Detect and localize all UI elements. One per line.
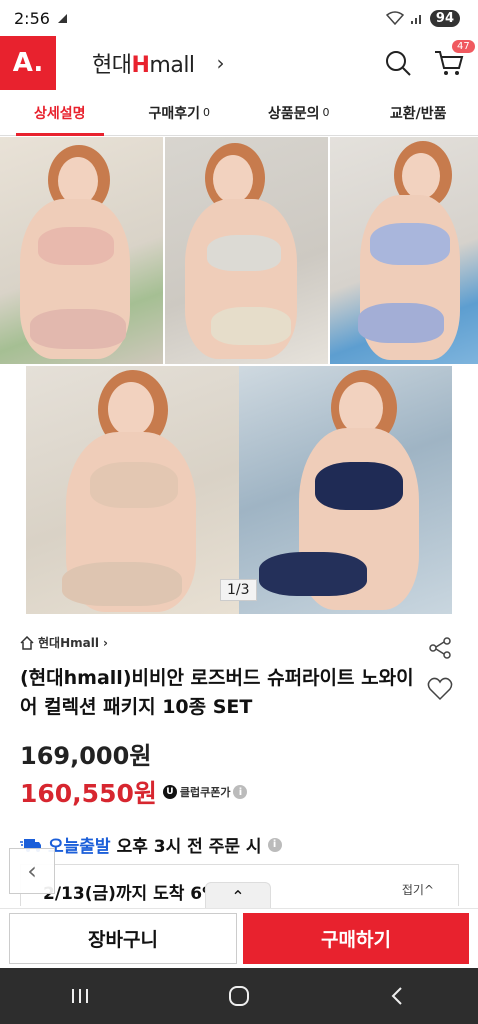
brand-prefix: 현대 [92, 53, 132, 78]
tab-qna[interactable]: 상품문의 0 [239, 90, 359, 135]
store-name: 현대Hmall [38, 636, 99, 650]
app-header: A. 현대Hmall › [0, 36, 478, 90]
tab-label: 구매후기 [148, 105, 201, 122]
signal-small-icon [57, 14, 67, 23]
system-nav-bar [0, 968, 478, 1024]
arrival-estimate: 2/13(금)까지 도착 6% [43, 879, 219, 904]
product-photo [26, 366, 239, 614]
tab-count: 0 [322, 106, 330, 119]
tab-detail[interactable]: 상세설명 [0, 90, 120, 136]
sale-price-row: 160,550원 U 클럽쿠폰가 i [20, 774, 248, 810]
info-icon[interactable]: i [233, 785, 248, 799]
product-title: (현대hmall)비비안 로즈버드 슈퍼라이트 노와이어 컬렉션 패키지 10종… [20, 667, 414, 718]
gallery-pager: 1/3 [220, 579, 257, 601]
fold-toggle[interactable]: 접기^ [402, 881, 434, 898]
chevron-left-icon: ‹ [27, 857, 37, 885]
product-image-gallery[interactable]: 1/3 [0, 137, 478, 615]
tab-reviews[interactable]: 구매후기 0 [120, 90, 240, 135]
status-bar: 2:56 94 [0, 0, 478, 36]
brand-chevron-icon[interactable]: › [217, 51, 225, 75]
fold-label: 접기 [401, 883, 424, 897]
brand-logo[interactable]: 현대Hmall [92, 47, 195, 79]
product-photo [0, 137, 163, 364]
brand-suffix: mall [149, 53, 195, 78]
cell-signal-icon [410, 15, 421, 24]
tab-label: 상품문의 [267, 105, 320, 122]
store-chevron-icon: › [102, 635, 108, 650]
brand-h: H [131, 53, 150, 78]
tab-count: 0 [203, 106, 211, 119]
buy-now-button[interactable]: 구매하기 [243, 913, 469, 964]
wifi-icon [385, 11, 404, 25]
club-coupon-icon: U [162, 785, 177, 799]
original-price: 169,000원 [20, 742, 152, 770]
share-icon[interactable] [428, 636, 452, 660]
tab-label: 교환/반품 [389, 105, 447, 122]
home-button-icon[interactable] [228, 985, 250, 1007]
product-tabs: 상세설명 구매후기 0 상품문의 0 교환/반품 [0, 90, 478, 136]
product-photo [165, 137, 328, 364]
delivery-row: 오늘출발 오후 3시 전 주문 시 i [20, 832, 282, 857]
store-link[interactable]: 현대Hmall › [20, 634, 108, 651]
product-photo [330, 137, 478, 364]
scroll-up-tab[interactable]: ⌃ [205, 882, 271, 910]
today-shipping-label: 오늘출발 [48, 837, 111, 857]
tab-return[interactable]: 교환/반품 [359, 90, 478, 135]
club-coupon-label: U 클럽쿠폰가 i [162, 784, 248, 800]
status-time: 2:56 [14, 8, 50, 28]
sale-price: 160,550원 [20, 779, 157, 808]
search-icon[interactable] [383, 48, 413, 78]
cart-count-badge: 47 [452, 40, 475, 53]
recent-apps-icon[interactable] [69, 986, 91, 1006]
add-to-cart-button[interactable]: 장바구니 [9, 913, 237, 964]
arrival-date: 2/13(금)까지 도착 [43, 884, 185, 904]
back-arrow-button[interactable]: ‹ [9, 848, 55, 894]
product-photo [239, 366, 452, 614]
chevron-up-icon: ⌃ [231, 887, 245, 906]
wishlist-heart-icon[interactable] [427, 676, 453, 702]
shipping-cutoff: 오후 3시 전 주문 시 [116, 837, 262, 857]
chevron-up-icon: ^ [423, 883, 434, 897]
battery-level: 94 [429, 9, 460, 27]
tab-label: 상세설명 [33, 105, 86, 122]
back-icon[interactable] [387, 985, 409, 1007]
home-icon [20, 635, 34, 650]
coupon-text: 클럽쿠폰가 [179, 786, 231, 799]
app-logo[interactable]: A. [0, 36, 56, 90]
info-icon[interactable]: i [267, 837, 282, 852]
purchase-bar: 장바구니 구매하기 [0, 908, 478, 968]
